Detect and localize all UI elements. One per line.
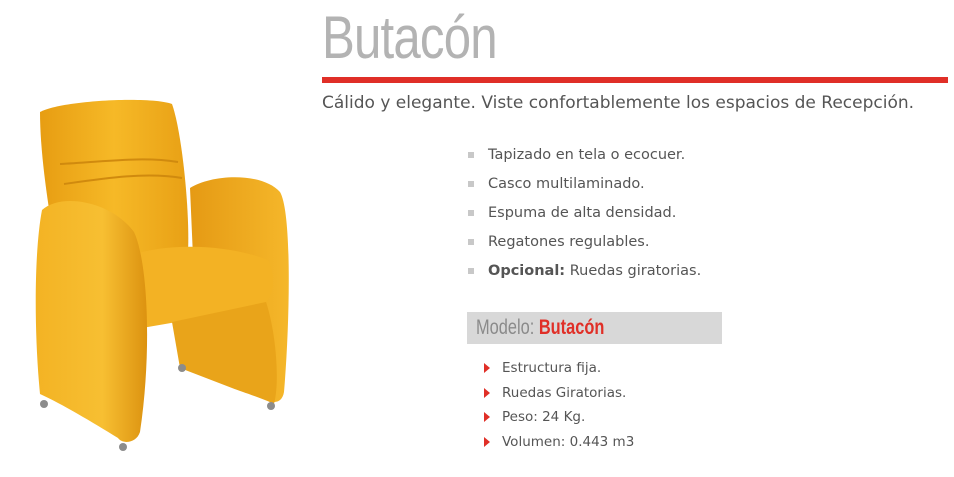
square-bullet-icon: [468, 181, 474, 187]
product-tagline: Cálido y elegante. Viste confortablement…: [322, 93, 915, 113]
model-label: Modelo:: [476, 316, 535, 339]
arrow-right-icon: [484, 436, 490, 447]
square-bullet-icon: [468, 268, 474, 274]
spec-text: Peso: 24 Kg.: [502, 409, 586, 425]
spec-item: Estructura fija.: [483, 358, 634, 383]
model-value: Butacón: [538, 316, 605, 339]
model-header: Modelo: Butacón: [467, 312, 722, 344]
spec-list: Estructura fija. Ruedas Giratorias. Peso…: [483, 358, 634, 456]
square-bullet-icon: [468, 152, 474, 158]
feature-item: Regatones regulables.: [466, 230, 701, 259]
arrow-right-icon: [484, 363, 490, 373]
square-bullet-icon: [468, 239, 474, 245]
feature-text: Casco multilaminado.: [488, 176, 645, 192]
feature-text: Tapizado en tela o ecocuer.: [488, 147, 686, 163]
feature-text: Ruedas giratorias.: [565, 263, 702, 279]
page-title: Butacón: [322, 4, 498, 71]
spec-text: Ruedas Giratorias.: [502, 384, 627, 401]
arrow-right-icon: [484, 412, 490, 422]
spec-text: Estructura fija.: [502, 360, 602, 376]
arrow-right-icon: [484, 387, 490, 398]
feature-item: Tapizado en tela o ecocuer.: [466, 143, 701, 172]
feature-item: Casco multilaminado.: [466, 172, 701, 201]
title-divider: [322, 77, 948, 83]
feature-text: Regatones regulables.: [488, 234, 650, 250]
square-bullet-icon: [468, 210, 474, 216]
feature-item: Opcional: Ruedas giratorias.: [466, 259, 701, 288]
feature-bold: Opcional:: [488, 263, 566, 279]
spec-item: Ruedas Giratorias.: [483, 383, 634, 408]
spec-text: Volumen: 0.443 m3: [502, 433, 635, 450]
armchair-image: [35, 99, 289, 451]
feature-list: Tapizado en tela o ecocuer. Casco multil…: [466, 143, 701, 288]
spec-item: Volumen: 0.443 m3: [483, 432, 634, 457]
feature-item: Espuma de alta densidad.: [466, 201, 701, 230]
feature-text: Espuma de alta densidad.: [488, 205, 677, 221]
spec-item: Peso: 24 Kg.: [483, 407, 634, 432]
